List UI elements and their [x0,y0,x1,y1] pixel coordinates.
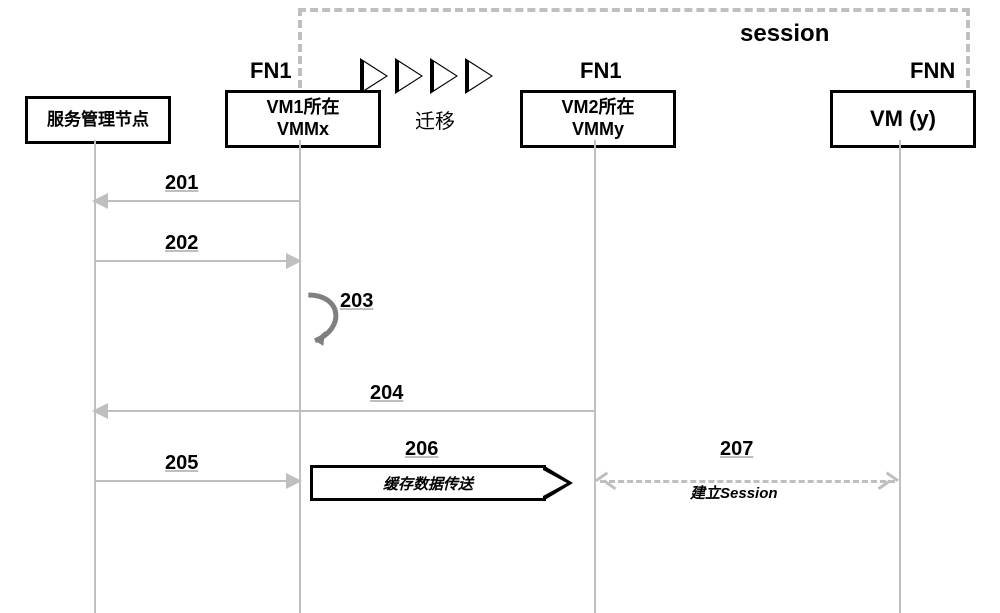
msg-203-num: 203 [340,290,373,313]
msg-201-arrow [92,193,108,209]
msg-204-num: 204 [370,382,403,405]
lifeline-vmmy [594,140,596,613]
migration-label: 迁移 [415,105,455,134]
msg-206-block-arrow: 缓存数据传送 [310,465,546,501]
msg-202-line [96,260,300,262]
lane-mgmt: 服务管理节点 [25,96,171,144]
lane-vmmx-l2: VMMx [277,119,329,141]
lifeline-mgmt [94,140,96,613]
lifeline-vmmx [299,140,301,613]
fn1-label-left: FN1 [250,58,292,84]
msg-202-num: 202 [165,232,198,255]
lane-vmmx-l1: VM1所在 [266,97,339,119]
msg-205-line [96,480,300,482]
msg-201-line [96,200,300,202]
msg-205-num: 205 [165,452,198,475]
session-label: session [740,20,829,48]
lifeline-vmy [899,140,901,613]
fn1-label-right: FN1 [580,58,622,84]
msg-207-label: 建立Session [690,482,778,503]
msg-206-num: 206 [405,438,438,461]
fnn-label: FNN [910,58,955,84]
lane-vmmx: VM1所在 VMMx [225,90,381,148]
lane-mgmt-label: 服务管理节点 [47,110,149,130]
msg-202-arrow [286,253,302,269]
msg-201-num: 201 [165,172,198,195]
lane-vmy-label: VM (y) [870,106,936,132]
lane-vmy: VM (y) [830,90,976,148]
msg-207-num: 207 [720,438,753,461]
msg-204-arrow [92,403,108,419]
msg-206-label: 缓存数据传送 [383,473,473,494]
lane-vmmy: VM2所在 VMMy [520,90,676,148]
lane-vmmy-l2: VMMy [572,119,624,141]
msg-205-arrow [286,473,302,489]
lane-vmmy-l1: VM2所在 [561,97,634,119]
msg-204-line [96,410,595,412]
